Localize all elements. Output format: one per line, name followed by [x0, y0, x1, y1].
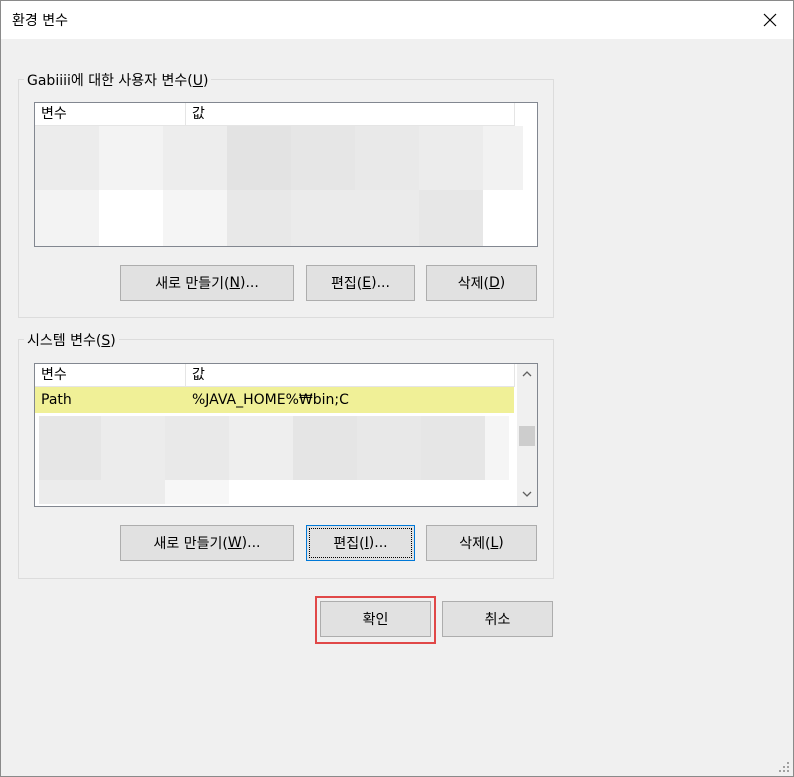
cancel-button[interactable]: 취소 — [442, 601, 553, 637]
resize-grip-icon[interactable] — [778, 761, 790, 773]
variable-value-cell: %JAVA_HOME%₩bin;C — [192, 392, 349, 408]
system-edit-button[interactable]: 편집(I)... — [306, 525, 415, 561]
user-variables-list[interactable]: 변수 값 — [34, 102, 538, 247]
variable-name-cell: Path — [41, 392, 72, 408]
scroll-down-button[interactable] — [517, 484, 537, 504]
list-header: 변수 값 — [35, 364, 515, 387]
environment-variables-dialog: 환경 변수 Gabiiii에 대한 사용자 변수(U) 변수 값 새로 만들기(… — [0, 0, 794, 777]
system-new-button[interactable]: 새로 만들기(W)... — [120, 525, 294, 561]
user-variables-legend: Gabiiii에 대한 사용자 변수(U) — [24, 70, 212, 90]
title-bar: 환경 변수 — [1, 1, 793, 39]
close-button[interactable] — [747, 1, 793, 39]
close-icon — [763, 13, 777, 27]
column-header-variable[interactable]: 변수 — [35, 364, 185, 386]
table-row-selected[interactable]: Path %JAVA_HOME%₩bin;C — [35, 387, 514, 413]
user-new-button[interactable]: 새로 만들기(N)... — [120, 265, 294, 301]
vertical-scrollbar[interactable] — [517, 364, 537, 506]
scroll-up-button[interactable] — [517, 364, 537, 384]
column-header-value[interactable]: 값 — [186, 364, 514, 386]
window-title: 환경 변수 — [12, 13, 68, 29]
system-variables-legend: 시스템 변수(S) — [24, 330, 119, 350]
system-delete-button[interactable]: 삭제(L) — [426, 525, 537, 561]
list-header: 변수 값 — [35, 103, 515, 126]
column-header-variable[interactable]: 변수 — [35, 103, 185, 125]
chevron-up-icon — [522, 371, 532, 377]
ok-button[interactable]: 확인 — [320, 601, 431, 637]
system-variables-list[interactable]: 변수 값 Path %JAVA_HOME%₩bin;C — [34, 363, 538, 507]
user-edit-button[interactable]: 편집(E)... — [306, 265, 415, 301]
column-header-value[interactable]: 값 — [186, 103, 514, 125]
chevron-down-icon — [522, 491, 532, 497]
user-delete-button[interactable]: 삭제(D) — [426, 265, 537, 301]
scroll-thumb[interactable] — [519, 426, 535, 446]
